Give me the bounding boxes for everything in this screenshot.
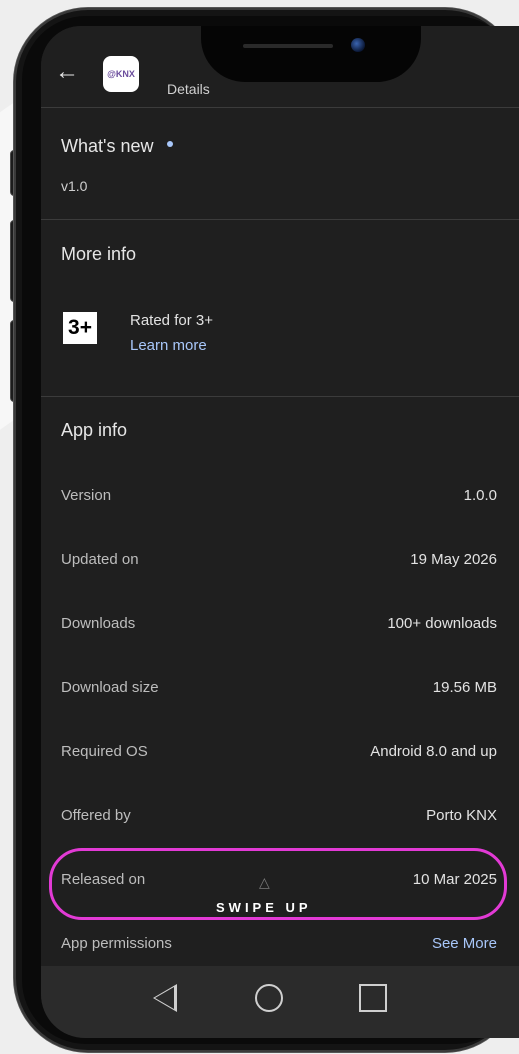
nav-back-icon[interactable] — [153, 984, 177, 1012]
row-label-updated-on: Updated on — [61, 551, 139, 568]
system-nav-bar — [41, 966, 519, 1038]
whats-new-version: v1.0 — [61, 178, 88, 194]
phone-screen: ← @KNX Details What's new v1.0 More info… — [41, 26, 519, 1038]
divider — [41, 107, 519, 108]
row-value-downloads: 100+ downloads — [387, 615, 497, 632]
row-label-offered-by: Offered by — [61, 807, 131, 824]
app-info-heading: App info — [61, 420, 128, 440]
row-value-download-size: 19.56 MB — [432, 679, 497, 696]
age-rating-badge: 3+ — [63, 312, 97, 344]
row-value-updated-on: 19 May 2026 — [410, 551, 497, 568]
row-value-offered-by: Porto KNX — [426, 807, 497, 824]
row-label-version: Version — [61, 487, 112, 504]
nav-home-icon[interactable] — [255, 984, 283, 1012]
divider — [41, 396, 519, 397]
row-label-downloads: Downloads — [61, 615, 136, 632]
row-label-app-permissions: App permissions — [61, 935, 172, 952]
app-icon: @KNX — [103, 56, 139, 92]
back-arrow-icon[interactable]: ← — [55, 60, 79, 84]
nav-recents-icon[interactable] — [359, 984, 387, 1012]
row-label-required-os: Required OS — [61, 743, 148, 760]
learn-more-link[interactable]: Learn more — [130, 337, 207, 354]
speaker-grille — [243, 44, 333, 48]
row-label-download-size: Download size — [61, 679, 159, 696]
see-more-link[interactable]: See More — [432, 935, 497, 952]
divider — [41, 219, 519, 220]
more-info-heading: More info — [61, 244, 137, 264]
row-value-version: 1.0.0 — [463, 487, 497, 504]
camera-notch — [201, 26, 421, 82]
new-indicator-dot — [167, 141, 174, 148]
rated-text: Rated for 3+ — [130, 312, 213, 329]
whats-new-heading[interactable]: What's new — [61, 136, 174, 157]
page-title: Details — [167, 81, 210, 97]
swipe-up-label: SWIPE UP — [216, 900, 312, 915]
chevron-up-icon: △ — [259, 874, 270, 890]
front-camera — [351, 38, 365, 52]
row-value-required-os: Android 8.0 and up — [370, 743, 497, 760]
